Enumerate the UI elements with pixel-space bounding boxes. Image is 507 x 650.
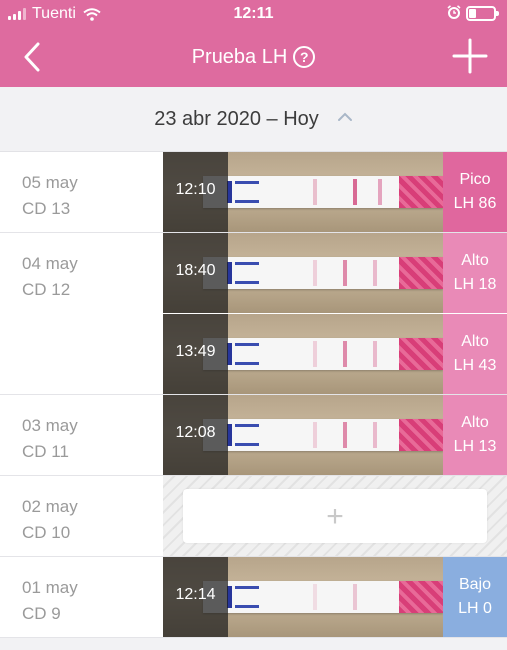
strip-line [313, 584, 317, 610]
status-bar: Tuenti 12:11 [0, 0, 507, 28]
max-arrows-icon [235, 586, 259, 608]
strip-line [343, 422, 347, 448]
chevron-up-icon [337, 112, 352, 121]
result-value: LH 13 [453, 438, 497, 455]
max-arrows-icon [235, 181, 259, 203]
result-level: Alto [461, 252, 489, 269]
test-entry[interactable]: 12:14 Bajo LH 0 [163, 557, 507, 637]
strip-end [399, 257, 443, 289]
strip-line [373, 422, 377, 448]
day-row: 04 may CD 12 18:40 Alto LH 18 13:49 Alto LH 43 [0, 233, 507, 395]
cycle-day: CD 12 [22, 280, 71, 299]
page-title: Prueba LH? [0, 45, 507, 69]
add-icon[interactable] [452, 38, 488, 74]
day-label: 03 may CD 11 [22, 413, 78, 465]
strip-line [353, 179, 357, 205]
test-entry[interactable]: 12:10 Pico LH 86 [163, 152, 507, 232]
strip-end [399, 419, 443, 451]
result-badge: Bajo LH 0 [443, 557, 507, 637]
day-label: 05 may CD 13 [22, 170, 78, 222]
strip-line [313, 422, 317, 448]
strip-line [353, 584, 357, 610]
day-label: 02 may CD 10 [22, 494, 78, 546]
strip-line [313, 341, 317, 367]
day-date: 04 may [22, 254, 78, 273]
strip-end [399, 176, 443, 208]
result-level: Alto [461, 333, 489, 350]
date-range-selector[interactable]: 23 abr 2020 – Hoy [0, 87, 507, 152]
test-time: 12:08 [175, 424, 216, 441]
day-row: 03 may CD 11 12:08 Alto LH 13 [0, 395, 507, 476]
day-label: 01 may CD 9 [22, 575, 78, 627]
empty-test-slot: + [163, 476, 507, 556]
strip-line [373, 341, 377, 367]
test-time: 18:40 [175, 262, 216, 279]
day-row: 01 may CD 9 12:14 Bajo LH 0 [0, 557, 507, 638]
result-value: LH 86 [453, 195, 497, 212]
test-strip [203, 419, 443, 451]
day-date: 05 may [22, 173, 78, 192]
result-badge: Pico LH 86 [443, 152, 507, 232]
cycle-day: CD 13 [22, 199, 71, 218]
strip-line [313, 179, 317, 205]
result-value: LH 18 [453, 276, 497, 293]
battery-icon [466, 6, 499, 21]
strip-line [343, 260, 347, 286]
test-strip [203, 176, 443, 208]
date-range-label: 23 abr 2020 – Hoy [154, 108, 319, 130]
strip-end [399, 581, 443, 613]
add-test-button[interactable]: + [183, 489, 487, 543]
day-label: 04 may CD 12 [22, 251, 78, 303]
strip-line [378, 179, 382, 205]
test-time: 13:49 [175, 343, 216, 360]
test-strip [203, 257, 443, 289]
result-value: LH 0 [458, 600, 492, 617]
result-badge: Alto LH 43 [443, 314, 507, 394]
test-time: 12:10 [175, 181, 216, 198]
cycle-day: CD 10 [22, 523, 71, 542]
strip-line [373, 260, 377, 286]
result-level: Pico [459, 171, 491, 188]
cycle-day: CD 11 [22, 442, 69, 461]
test-strip [203, 338, 443, 370]
status-time: 12:11 [233, 5, 274, 22]
day-date: 03 may [22, 416, 78, 435]
result-level: Alto [461, 414, 489, 431]
result-badge: Alto LH 13 [443, 395, 507, 475]
test-strip [203, 581, 443, 613]
cycle-day: CD 9 [22, 604, 61, 623]
result-value: LH 43 [453, 357, 497, 374]
test-entry[interactable]: 12:08 Alto LH 13 [163, 395, 507, 475]
test-entry[interactable]: 18:40 Alto LH 18 [163, 233, 507, 313]
max-arrows-icon [235, 343, 259, 365]
result-level: Bajo [458, 576, 492, 593]
test-entry[interactable]: 13:49 Alto LH 43 [163, 314, 507, 394]
day-date: 02 may [22, 497, 78, 516]
help-icon[interactable]: ? [293, 46, 316, 68]
max-arrows-icon [235, 424, 259, 446]
test-time: 12:14 [175, 586, 216, 603]
alarm-icon [447, 5, 461, 19]
add-test-icon: + [326, 500, 344, 533]
page-title-text: Prueba LH [191, 46, 288, 68]
day-date: 01 may [22, 578, 78, 597]
result-badge: Alto LH 18 [443, 233, 507, 313]
strip-end [399, 338, 443, 370]
strip-line [343, 341, 347, 367]
max-arrows-icon [235, 262, 259, 284]
day-row: 02 may CD 10 + [0, 476, 507, 557]
strip-line [313, 260, 317, 286]
day-row: 05 may CD 13 12:10 Pico LH 86 [0, 152, 507, 233]
app-header: Tuenti 12:11 Prueba LH? [0, 0, 507, 87]
